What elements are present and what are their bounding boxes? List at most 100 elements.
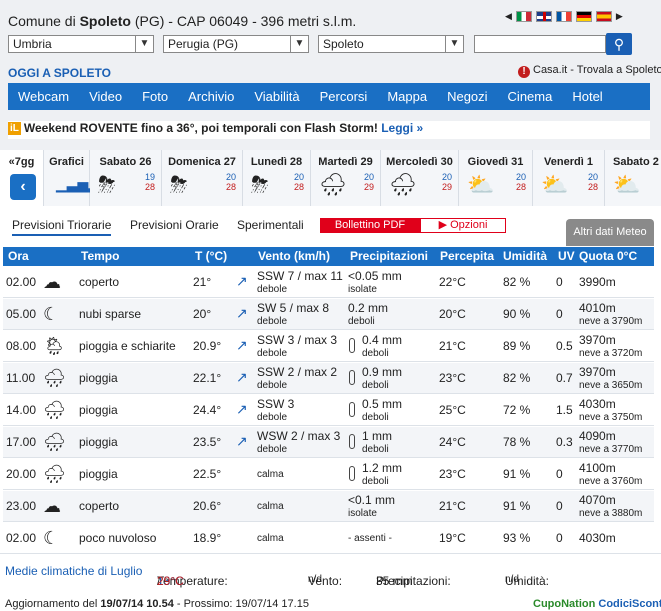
day-grafici[interactable]: Grafici ▁▃▅▂ [44, 150, 99, 206]
nav-cinema[interactable]: Cinema [498, 83, 563, 110]
announcement-bar: iL Weekend ROVENTE fino a 36°, poi tempor… [8, 121, 650, 139]
raindrop-gauge-icon [349, 370, 355, 385]
cell-uv: 0 [556, 307, 563, 321]
day-tab[interactable]: Sabato 2 ⛅ [605, 150, 661, 206]
cell-tempo: pioggia e schiarite [79, 339, 176, 353]
cell-prec-desc: deboli [362, 380, 389, 391]
cell-prec-desc: deboli [348, 316, 375, 327]
sun-cloud-icon: ⛅ [467, 172, 495, 197]
col-quota: Quota 0°C [579, 249, 638, 263]
cell-umidita: 91 % [503, 499, 531, 513]
bollettino-pdf-button[interactable]: Bollettino PDF [320, 218, 420, 233]
germany-flag-icon[interactable] [575, 11, 592, 22]
table-row: 17.00 🌧 pioggia 23.5° ↗ WSW 2 / max 3 debole 1 … [3, 427, 654, 458]
nav-archivio[interactable]: Archivio [178, 83, 244, 110]
day-min: 20 [225, 172, 236, 182]
wind-arrow-icon: ↗ [236, 337, 248, 353]
day-tab[interactable]: Giovedì 31 ⛅ 20 28 [459, 150, 533, 206]
nav-mappa[interactable]: Mappa [377, 83, 437, 110]
section-title: OGGI A SPOLETO [8, 66, 111, 80]
cell-quota: 4010m [579, 301, 616, 315]
town-select[interactable]: Spoleto ▼ [318, 35, 464, 53]
cell-percepita: 24°C [439, 435, 466, 449]
day-tab[interactable]: Martedì 29 🌧 20 29 [311, 150, 381, 206]
day-tab[interactable]: Domenica 27 ⛈ 20 28 [162, 150, 243, 206]
prec-value: 35 mm [376, 574, 413, 588]
back-button[interactable]: ‹ [10, 174, 36, 200]
spain-flag-icon[interactable] [595, 11, 612, 22]
cell-percepita: 21°C [439, 499, 466, 513]
day-name: Mercoledì 30 [386, 156, 453, 168]
cell-quota-neve: neve a 3720m [579, 348, 643, 359]
vento-value: n/d [308, 574, 322, 585]
cell-uv: 0.5 [556, 339, 573, 353]
cell-prec: 1 mm [362, 429, 392, 443]
read-more-link[interactable]: Leggi » [381, 121, 423, 135]
cell-umidita: 93 % [503, 531, 531, 545]
day-name: Giovedì 31 [467, 156, 524, 168]
tab-previsioni-orarie[interactable]: Previsioni Orarie [130, 218, 219, 232]
casa-logo-icon: ! [518, 66, 530, 78]
casa-link[interactable]: ! Casa.it - Trovala a Spoleto [518, 64, 661, 78]
table-row: 20.00 🌧 pioggia 22.5° calma 1.2 mm deboli 23°C 9… [3, 459, 654, 490]
day-tab[interactable]: Venerdì 1 ⛅ 20 28 [533, 150, 605, 206]
cell-umidita: 78 % [503, 435, 531, 449]
days-strip: «7gg Grafici ▁▃▅▂ Sabato 26 ⛈ 19 28 Domenica… [0, 150, 661, 206]
cell-vento-desc: debole [257, 348, 288, 359]
tab-sperimentali[interactable]: Sperimentali [237, 218, 304, 232]
cell-quota: 4070m [579, 493, 616, 507]
cell-quota: 3970m [579, 365, 616, 379]
search-input[interactable] [474, 35, 606, 53]
raindrop-gauge-icon [349, 338, 355, 353]
chevron-down-icon: ▼ [135, 36, 153, 52]
italy-flag-icon[interactable] [515, 11, 532, 22]
rain-icon: 🌧 [319, 172, 347, 197]
day-tab[interactable]: Mercoledì 30 🌧 20 29 [381, 150, 459, 206]
uk-flag-icon[interactable] [535, 11, 552, 22]
casa-link-text: Casa.it - Trovala a Spoleto [533, 64, 661, 76]
nav-webcam[interactable]: Webcam [8, 83, 79, 110]
table-row: 02.00 ☁ coperto 21° ↗ SSW 7 / max 11 debole <0.… [3, 267, 654, 298]
announcement-text[interactable]: Weekend ROVENTE fino a 36°, poi temporal… [24, 121, 378, 135]
tab-previsioni-triorarie[interactable]: Previsioni Triorarie [12, 218, 112, 236]
cell-tempo: nubi sparse [79, 307, 142, 321]
cell-uv: 0.3 [556, 435, 573, 449]
play-right-icon[interactable]: ▶ [616, 11, 623, 22]
nav-hotel[interactable]: Hotel [562, 83, 612, 110]
nav-foto[interactable]: Foto [132, 83, 178, 110]
cell-percepita: 19°C [439, 531, 466, 545]
opzioni-button[interactable]: ▶ Opzioni [420, 218, 506, 233]
play-icon[interactable]: ◀ [505, 11, 512, 22]
language-flags: ◀ ▶ [505, 11, 623, 22]
table-row: 14.00 🌧 pioggia 24.4° ↗ SSW 3 debole 0.5 mm debo… [3, 395, 654, 426]
day-tab[interactable]: Lunedì 28 ⛈ 20 28 [243, 150, 311, 206]
cell-temp: 20.6° [193, 499, 222, 513]
search-button[interactable]: ⚲ [606, 33, 632, 55]
col-precipitazioni: Precipitazioni [350, 249, 429, 263]
nav-percorsi[interactable]: Percorsi [310, 83, 378, 110]
medie-climatiche-link[interactable]: Medie climatiche di Luglio [5, 564, 142, 578]
cell-temp: 20° [193, 307, 212, 321]
cell-tempo: pioggia [79, 467, 118, 481]
col-tempo: Tempo [81, 249, 120, 263]
france-flag-icon[interactable] [555, 11, 572, 22]
sponsor-logo[interactable]: CupoNation CodiciSconto [533, 598, 661, 610]
cell-prec-desc: deboli [362, 476, 389, 487]
region-select[interactable]: Umbria ▼ [8, 35, 154, 53]
nav-negozi[interactable]: Negozi [437, 83, 497, 110]
seven-days-link[interactable]: «7gg [0, 156, 43, 168]
cell-ora: 08.00 [6, 339, 37, 353]
col-ora: Ora [8, 249, 29, 263]
temp-max: 29°C [157, 574, 184, 588]
day-name: Lunedì 28 [250, 156, 303, 168]
nav-video[interactable]: Video [79, 83, 132, 110]
day-min: 20 [441, 172, 452, 182]
cell-prec: - assenti - [348, 533, 392, 544]
altri-dati-meteo-tab[interactable]: Altri dati Meteo [566, 219, 654, 246]
cell-tempo: poco nuvoloso [79, 531, 157, 545]
day-tab[interactable]: Sabato 26 ⛈ 19 28 [90, 150, 162, 206]
province-select[interactable]: Perugia (PG) ▼ [163, 35, 309, 53]
nav-viabilita[interactable]: Viabilità [244, 83, 309, 110]
chevron-down-icon: ▼ [290, 36, 308, 52]
cell-prec-desc: isolate [348, 284, 377, 295]
